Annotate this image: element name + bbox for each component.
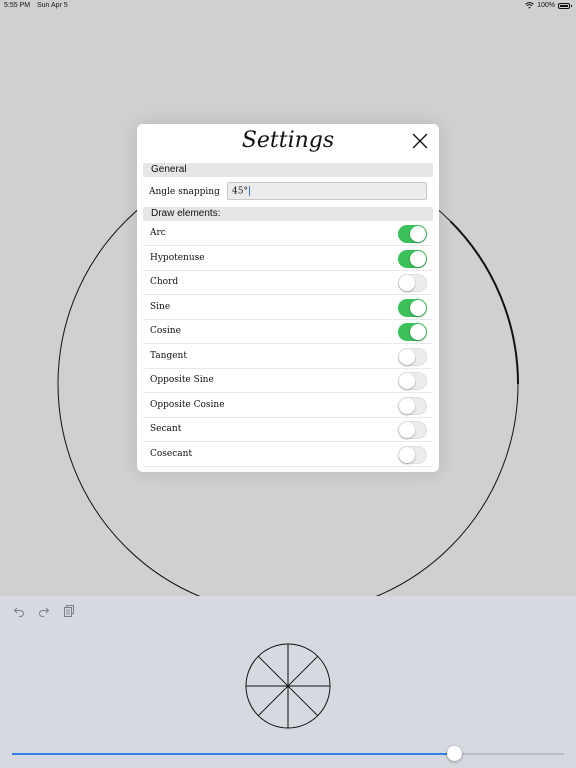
close-button[interactable] <box>411 132 429 150</box>
wifi-icon <box>525 2 534 9</box>
undo-icon <box>13 607 24 617</box>
setting-row-secant: Secant <box>143 418 433 442</box>
tangent-toggle[interactable] <box>398 347 427 366</box>
angle-snapping-label: Angle snapping <box>149 187 220 197</box>
toggle-knob <box>410 299 426 316</box>
cosine-toggle[interactable] <box>398 323 427 341</box>
setting-label: Chord <box>150 277 179 287</box>
battery-icon <box>558 2 572 9</box>
setting-label: Cosecant <box>150 448 193 459</box>
secant-toggle[interactable] <box>398 421 427 439</box>
chord-toggle[interactable] <box>398 274 427 292</box>
angle-snapping-input[interactable]: 45° <box>227 182 427 200</box>
toggle-knob <box>410 250 426 267</box>
toggle-knob <box>399 373 415 389</box>
sine-toggle[interactable] <box>398 298 427 317</box>
status-time: 5:55 PM <box>4 2 31 9</box>
setting-row-opposite-sine: Opposite Sine <box>143 369 433 393</box>
arc-highlight <box>449 220 519 385</box>
zoom-slider-track[interactable] <box>12 753 564 755</box>
settings-dialog: Settings General Angle snapping 45° Draw… <box>137 124 439 472</box>
status-right: 100% <box>525 2 572 9</box>
setting-label: Tangent <box>150 350 187 361</box>
setting-label: Sine <box>150 301 171 312</box>
angle-snapping-value: 45° <box>232 186 248 197</box>
setting-row-chord: Chord <box>143 271 433 295</box>
settings-title: Settings <box>241 128 335 153</box>
setting-row-sine: Sine <box>143 296 433 320</box>
zoom-slider-thumb[interactable] <box>447 746 463 761</box>
preview-circle-icon <box>245 643 331 729</box>
setting-label: Opposite Sine <box>150 375 214 385</box>
copy-icon <box>64 605 74 617</box>
general-section-header: General <box>143 163 433 177</box>
opposite-sine-toggle[interactable] <box>398 372 427 390</box>
setting-row-tangent: Tangent <box>143 345 433 369</box>
setting-label: Hypotenuse <box>150 252 205 263</box>
cosecant-toggle[interactable] <box>398 445 427 464</box>
zoom-slider-fill <box>12 753 455 755</box>
setting-label: Arc <box>150 228 166 238</box>
toggle-knob <box>399 397 415 414</box>
status-date: Sun Apr 5 <box>37 2 68 9</box>
undo-button[interactable] <box>12 604 26 618</box>
copy-button[interactable] <box>62 604 76 618</box>
battery-percent: 100% <box>537 2 555 9</box>
toggle-knob <box>399 275 415 291</box>
close-icon <box>412 133 428 149</box>
setting-row-cosine: Cosine <box>143 320 433 344</box>
setting-label: Secant <box>150 424 182 434</box>
setting-label: Cosine <box>150 326 181 336</box>
toggle-knob <box>399 446 415 463</box>
bottom-panel <box>0 596 576 768</box>
toggle-knob <box>410 324 426 340</box>
redo-icon <box>39 607 50 617</box>
setting-label: Opposite Cosine <box>150 399 225 410</box>
setting-row-opposite-cosine: Opposite Cosine <box>143 394 433 418</box>
toggle-knob <box>410 226 426 242</box>
toggle-knob <box>399 422 415 438</box>
hypotenuse-toggle[interactable] <box>398 249 427 268</box>
setting-row-cosecant: Cosecant <box>143 443 433 467</box>
status-bar: 5:55 PM Sun Apr 5 100% <box>0 0 576 12</box>
text-caret <box>248 186 250 196</box>
redo-button[interactable] <box>37 604 51 618</box>
angle-snapping-row: Angle snapping 45° <box>143 180 433 204</box>
arc-toggle[interactable] <box>398 225 427 243</box>
draw-elements-section-header: Draw elements: <box>143 207 433 221</box>
toggle-knob <box>399 348 415 365</box>
setting-row-arc: Arc <box>143 222 433 246</box>
opposite-cosine-toggle[interactable] <box>398 396 427 415</box>
setting-row-hypotenuse: Hypotenuse <box>143 247 433 271</box>
